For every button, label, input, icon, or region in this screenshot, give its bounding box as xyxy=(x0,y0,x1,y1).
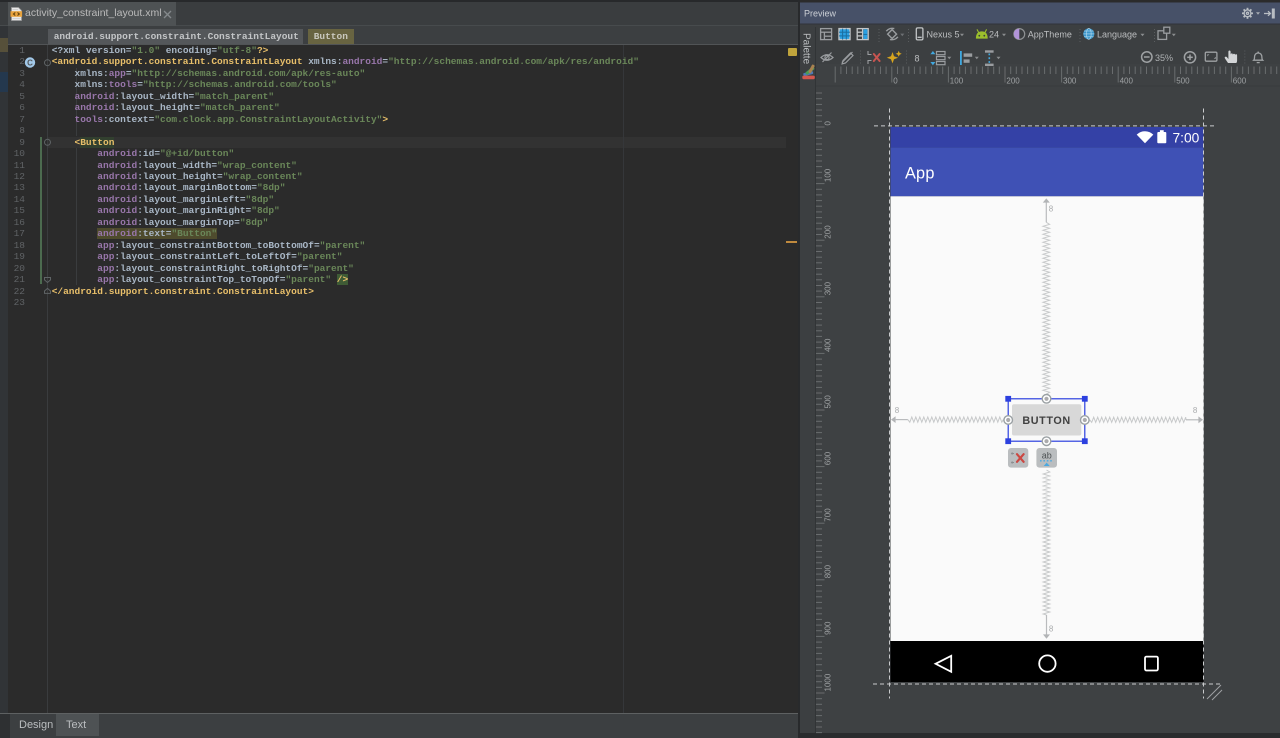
svg-text:0: 0 xyxy=(824,121,833,126)
svg-text:C: C xyxy=(27,58,33,67)
svg-text:8: 8 xyxy=(895,406,900,415)
svg-text:8: 8 xyxy=(1193,406,1198,415)
svg-text:500: 500 xyxy=(1176,77,1190,86)
svg-text:500: 500 xyxy=(824,395,833,409)
svg-text:400: 400 xyxy=(824,338,833,352)
svg-text:8: 8 xyxy=(915,53,920,63)
svg-text:Preview: Preview xyxy=(804,9,837,19)
svg-text:800: 800 xyxy=(824,564,833,578)
svg-text:100: 100 xyxy=(950,77,964,86)
svg-text:ab: ab xyxy=(1042,450,1052,460)
svg-text:300: 300 xyxy=(824,281,833,295)
svg-text:35%: 35% xyxy=(1155,53,1173,63)
svg-text:BUTTON: BUTTON xyxy=(1022,415,1070,427)
svg-text:AppTheme: AppTheme xyxy=(1028,30,1072,40)
svg-text:8: 8 xyxy=(1049,625,1054,634)
svg-text:App: App xyxy=(905,165,935,183)
svg-text:300: 300 xyxy=(1063,77,1077,86)
svg-text:Nexus 5: Nexus 5 xyxy=(927,30,960,40)
svg-text:24: 24 xyxy=(989,30,999,40)
svg-text:0: 0 xyxy=(893,77,898,86)
svg-text:900: 900 xyxy=(824,621,833,635)
svg-text:8: 8 xyxy=(1049,205,1054,214)
svg-text:600: 600 xyxy=(824,451,833,465)
svg-text:700: 700 xyxy=(824,508,833,522)
svg-text:400: 400 xyxy=(1120,77,1134,86)
svg-text:200: 200 xyxy=(824,225,833,239)
svg-text:1000: 1000 xyxy=(824,673,833,691)
svg-text:Palette: Palette xyxy=(801,33,812,65)
svg-text:600: 600 xyxy=(1233,77,1247,86)
svg-text:100: 100 xyxy=(824,168,833,182)
svg-text:7:00: 7:00 xyxy=(1173,130,1200,145)
svg-text:Language: Language xyxy=(1097,30,1137,40)
svg-text:200: 200 xyxy=(1006,77,1020,86)
